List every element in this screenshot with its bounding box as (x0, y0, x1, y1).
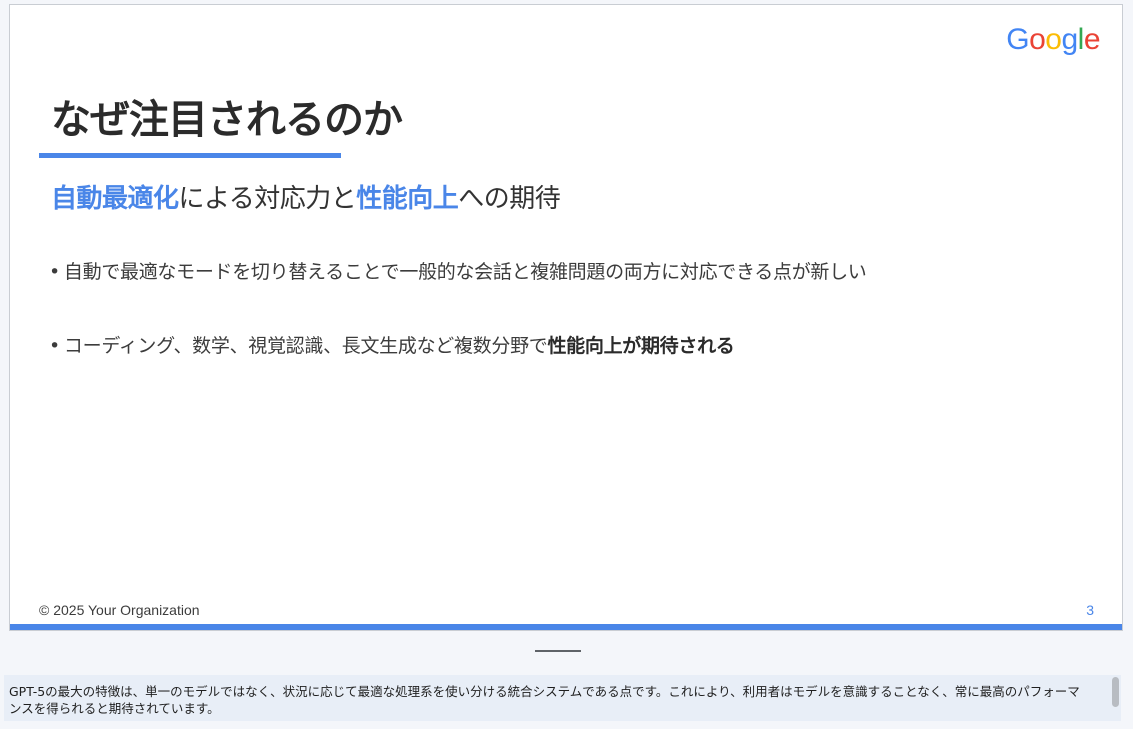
logo-letter: G (1006, 23, 1030, 56)
title-underline (39, 153, 341, 158)
logo-letter: e (1083, 23, 1101, 56)
notes-resize-handle[interactable] (535, 650, 581, 652)
bullet-list[interactable]: • 自動で最適なモードを切り替えることで一般的な会話と複雑問題の両方に対応できる点… (49, 257, 867, 358)
google-logo: Google (1006, 25, 1100, 55)
notes-scrollbar[interactable] (1112, 677, 1119, 707)
bullet-marker: • (49, 335, 60, 357)
slide-subtitle[interactable]: 自動最適化による対応力と性能向上への期待 (51, 178, 561, 215)
slide-footer-copyright: © 2025 Your Organization (39, 602, 200, 618)
subtitle-text: による対応力と (178, 184, 357, 214)
bullet-bold-text: 性能向上が期待される (547, 335, 735, 357)
bullet-text: コーディング、数学、視覚認識、長文生成など複数分野で (63, 335, 548, 357)
bullet-marker: • (49, 261, 60, 283)
slide-bottom-bar (10, 624, 1122, 630)
slide-canvas[interactable]: Google なぜ注目されるのか 自動最適化による対応力と性能向上への期待 • 自… (9, 4, 1123, 631)
speaker-notes[interactable]: GPT-5の最大の特徴は、単一のモデルではなく、状況に応じて最適な処理系を使い分… (4, 675, 1121, 721)
logo-letter: o (1045, 23, 1062, 56)
subtitle-highlight: 自動最適化 (51, 184, 179, 214)
slide-page-number: 3 (1086, 602, 1094, 618)
bullet-item: • 自動で最適なモードを切り替えることで一般的な会話と複雑問題の両方に対応できる点… (49, 257, 867, 284)
slide-title[interactable]: なぜ注目されるのか (51, 87, 403, 145)
editor-stage: Google なぜ注目されるのか 自動最適化による対応力と性能向上への期待 • 自… (0, 0, 1133, 729)
subtitle-highlight: 性能向上 (356, 184, 459, 214)
logo-letter: g (1061, 23, 1078, 56)
logo-letter: o (1029, 23, 1046, 56)
subtitle-text: への期待 (458, 184, 561, 214)
bullet-item: • コーディング、数学、視覚認識、長文生成など複数分野で性能向上が期待される (49, 331, 867, 358)
bullet-text: 自動で最適なモードを切り替えることで一般的な会話と複雑問題の両方に対応できる点が… (63, 261, 867, 283)
